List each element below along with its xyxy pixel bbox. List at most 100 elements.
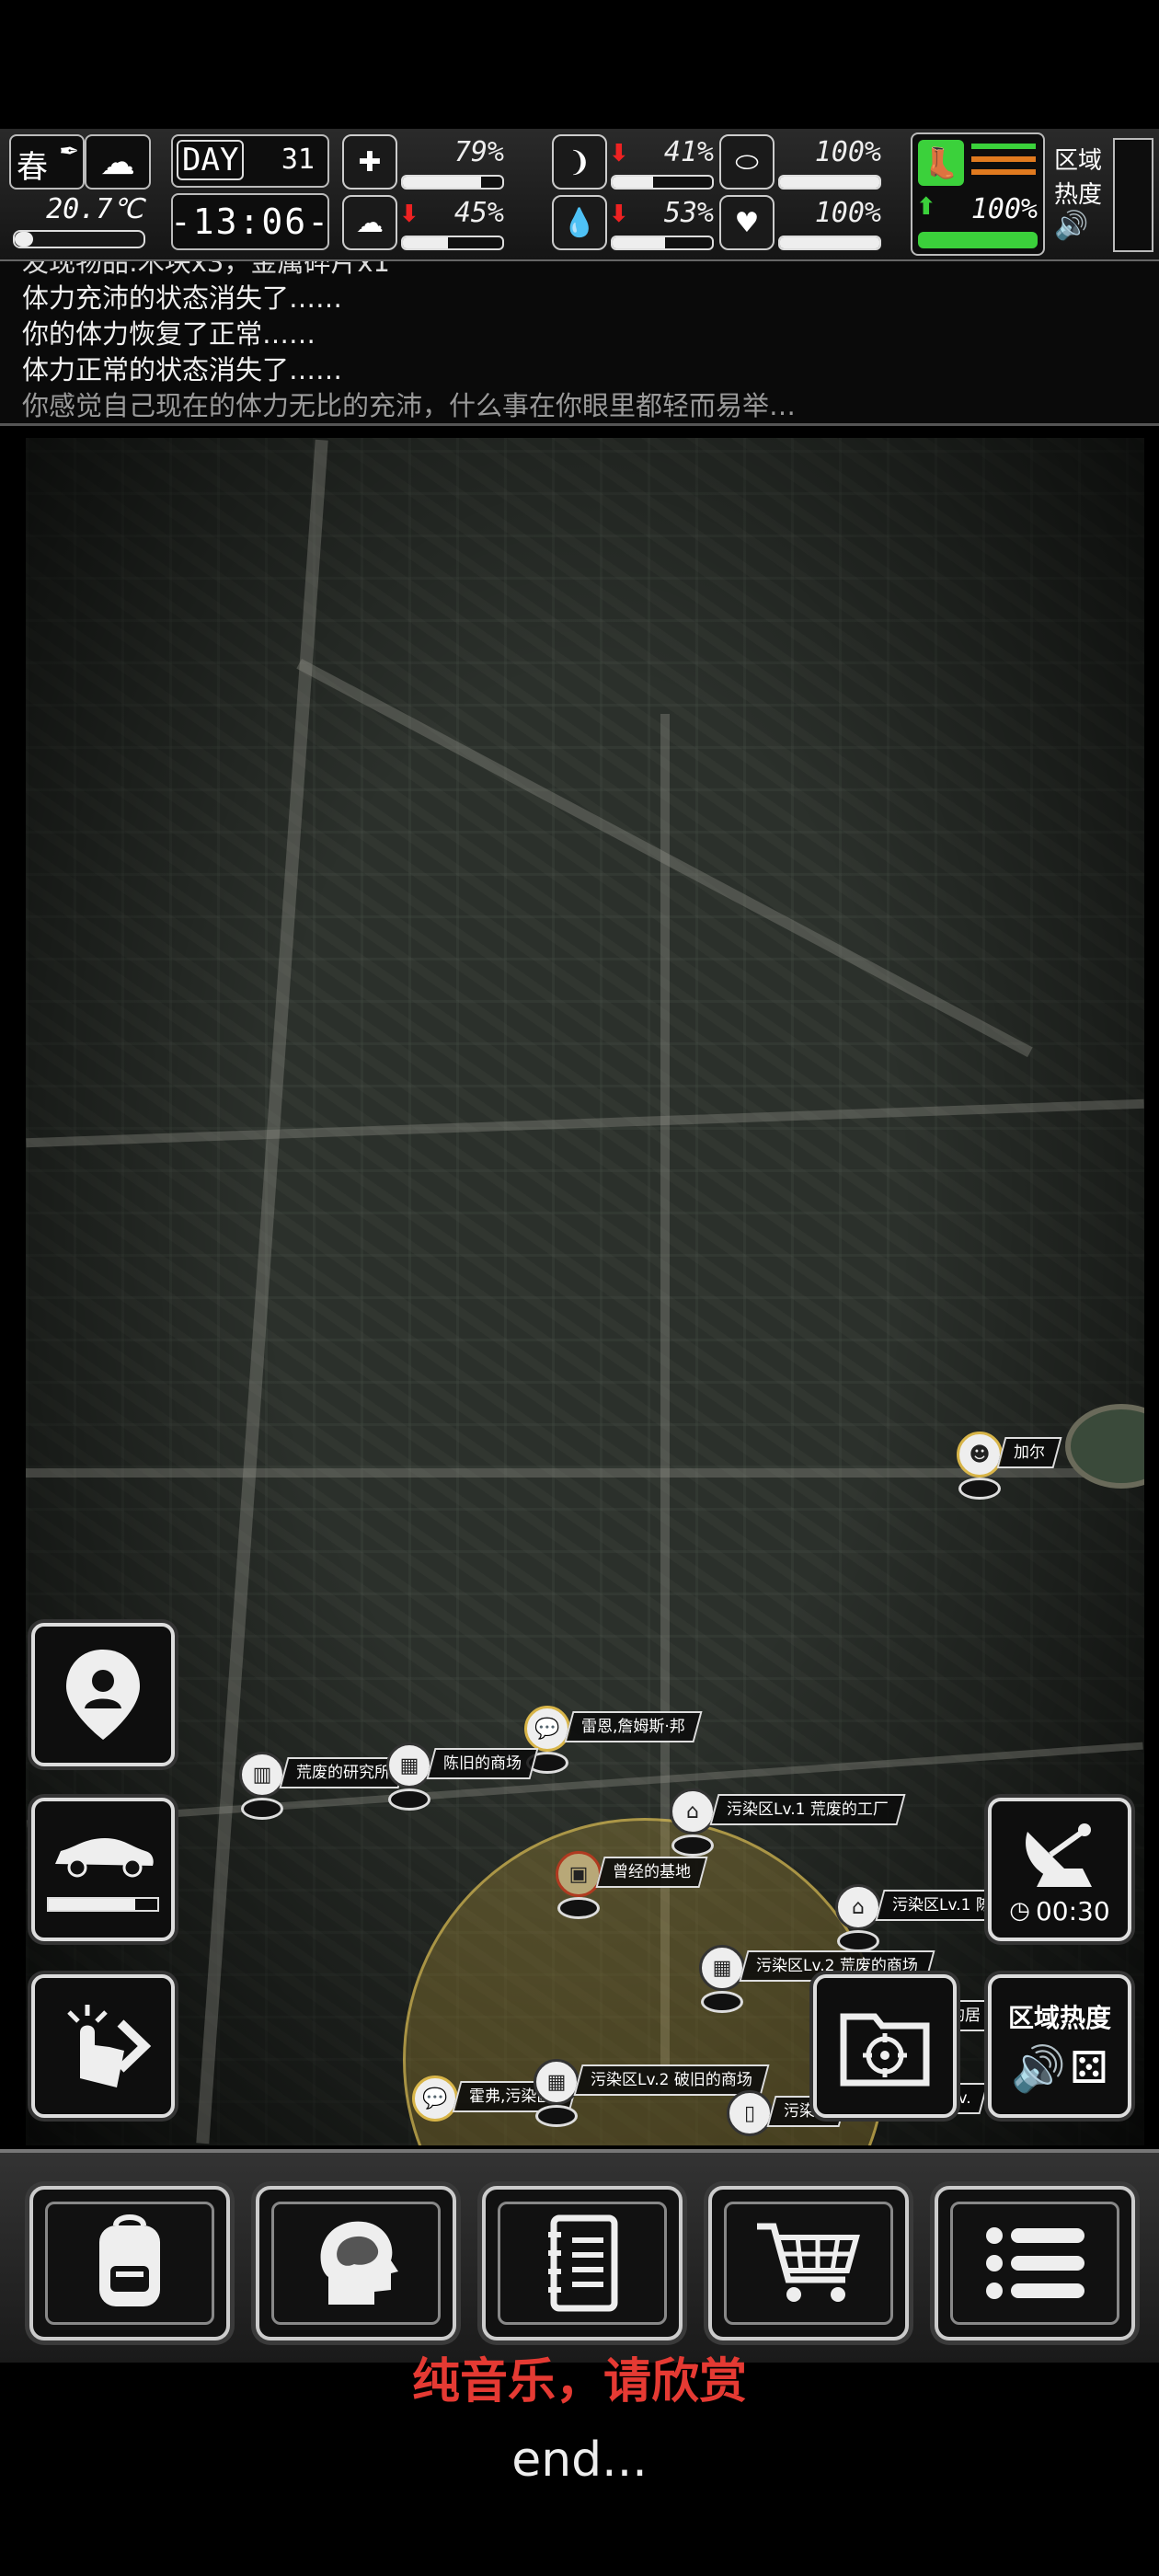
log-line: 你的体力恢复了正常…… xyxy=(22,318,316,350)
skills-button[interactable] xyxy=(256,2186,456,2340)
hunger-bar xyxy=(611,175,714,190)
temperature-text: 20.7℃ xyxy=(46,193,143,225)
stamina-bar xyxy=(918,232,1038,248)
dice-icon: ⚄ xyxy=(1070,2042,1108,2094)
stat-mood: ♥ 100% xyxy=(719,195,885,250)
base-icon: ▣ xyxy=(556,1851,602,1897)
brain-head-icon xyxy=(320,2221,398,2305)
person-icon: ☻ xyxy=(957,1432,1003,1478)
time-text: -13:06- xyxy=(169,201,331,242)
satellite-dish-icon xyxy=(1026,1823,1092,1887)
marker-label: 荒废的研究所 xyxy=(296,1764,390,1782)
log-line: 体力正常的状态消失了…… xyxy=(22,354,343,385)
backpack-button[interactable] xyxy=(29,2186,230,2340)
stat-health: ✚ 79% xyxy=(342,134,508,190)
zone-heat-button-label: 区域热度 xyxy=(1007,2002,1111,2033)
action-button[interactable] xyxy=(31,1974,175,2118)
stamina-box: 👢 ⬆ 100% xyxy=(911,132,1045,256)
capsule-icon: ⬭ xyxy=(719,134,775,190)
down-arrow-icon: ⬇ xyxy=(609,201,629,228)
speaker-icon: 🔊 xyxy=(1011,2042,1067,2095)
menu-icon xyxy=(986,2227,1084,2299)
marker-label: 曾经的基地 xyxy=(613,1863,691,1881)
water-drop-icon: 💧 xyxy=(552,195,607,250)
chat-icon: 💬 xyxy=(412,2076,458,2122)
notebook-icon xyxy=(548,2214,618,2312)
health-value: 79% xyxy=(453,136,504,168)
road xyxy=(26,1098,1144,1148)
stat-thirst: 💧 ⬇ 53% xyxy=(552,195,717,250)
marker-label: 污染区Lv.1 荒废的工厂 xyxy=(727,1800,889,1819)
stamina-stripes xyxy=(971,144,1036,184)
factory-icon: ⌂ xyxy=(835,1884,881,1930)
up-arrow-icon: ⬆ xyxy=(916,193,936,221)
road xyxy=(196,439,328,2145)
stat-mind: ☁ ⬇ 45% xyxy=(342,195,508,250)
zone-heat-button[interactable]: 区域热度 🔊 ⚄ xyxy=(988,1974,1131,2118)
folder-target-icon xyxy=(840,2013,930,2087)
stomach-icon: ❩ xyxy=(552,134,607,190)
marker-label: 陈旧的商场 xyxy=(443,1754,522,1773)
thirst-bar xyxy=(611,236,714,250)
mind-value: 45% xyxy=(453,197,504,229)
day-label: DAY xyxy=(177,140,245,180)
thirst-value: 53% xyxy=(663,197,714,229)
road xyxy=(27,1742,1143,1828)
marker-label: 污染区Lv.2 破旧的商场 xyxy=(591,2071,752,2089)
medicine-bar xyxy=(778,175,881,190)
backpack-icon xyxy=(99,2214,160,2306)
cart-icon xyxy=(757,2223,860,2302)
car-icon xyxy=(55,1838,154,1878)
zone-heat-gauge xyxy=(1113,138,1153,252)
mind-bar xyxy=(401,236,504,250)
log-line: 发现物品:木块x3，金属碎片x1 xyxy=(22,261,390,278)
subtitle-line-2: end... xyxy=(511,2432,648,2488)
event-log: 发现物品:木块x3，金属碎片x1 体力充沛的状态消失了…… 你的体力恢复了正常…… xyxy=(0,261,1159,426)
log-line: 你感觉自己现在的体力无比的充沛，什么事在你眼里都轻而易举… xyxy=(22,390,797,421)
subtitle-line-1: 纯音乐，请欣赏 xyxy=(411,2354,747,2409)
day-box: DAY 31 xyxy=(171,134,329,188)
thermometer-icon xyxy=(13,230,145,248)
down-arrow-icon: ⬇ xyxy=(399,201,419,228)
chat-icon: 💬 xyxy=(524,1706,570,1752)
season-box: 春 ✒ xyxy=(9,134,85,190)
fuel-bar xyxy=(47,1897,159,1912)
medicine-value: 100% xyxy=(814,136,881,168)
season-text: 春 xyxy=(17,149,48,186)
mood-bar xyxy=(778,236,881,250)
stat-medicine: ⬭ 100% xyxy=(719,134,885,190)
city-map[interactable]: ☻ 加尔 💬 雷恩,詹姆斯·邦 ▥ 荒废的研究所 ▦ 陈旧的商场 ⌂ 污染区Lv… xyxy=(26,438,1144,2145)
locate-player-button[interactable] xyxy=(31,1623,175,1766)
stamina-value: 100% xyxy=(970,193,1038,225)
marker-label: 加尔 xyxy=(1014,1443,1045,1462)
bottom-toolbar xyxy=(0,2149,1159,2363)
clock-box: -13:06- xyxy=(169,193,331,250)
heart-icon: ♥ xyxy=(719,195,775,250)
tap-hand-icon xyxy=(67,2005,152,2087)
phone-icon: ▯ xyxy=(727,2090,773,2136)
location-person-icon xyxy=(66,1650,140,1740)
menu-button[interactable] xyxy=(935,2186,1135,2340)
status-hud: 春 ✒ ☁ 20.7℃ DAY 31 -13:06- ✚ 79% ❩ ⬇ 41%… xyxy=(0,129,1159,262)
map-files-button[interactable] xyxy=(813,1974,957,2118)
stat-hunger: ❩ ⬇ 41% xyxy=(552,134,717,190)
brain-icon: ☁ xyxy=(342,195,397,250)
mood-value: 100% xyxy=(814,197,881,229)
boot-icon: 👢 xyxy=(918,140,964,186)
hunger-value: 41% xyxy=(663,136,714,168)
log-line: 体力充沛的状态消失了…… xyxy=(22,282,343,314)
mall-icon: ▦ xyxy=(699,1945,745,1991)
radar-button[interactable]: ◷ 00:30 xyxy=(988,1798,1131,1941)
shop-button[interactable] xyxy=(708,2186,909,2340)
vehicle-button[interactable] xyxy=(31,1798,175,1941)
building-icon: ▥ xyxy=(239,1752,285,1798)
radar-timer: 00:30 xyxy=(1035,1895,1110,1926)
marker-label: 雷恩,詹姆斯·邦 xyxy=(581,1718,685,1736)
journal-button[interactable] xyxy=(482,2186,683,2340)
zone-heat-label-2: 热度 xyxy=(1054,181,1103,209)
zone-heat-indicator[interactable]: 区域 热度 🔊 xyxy=(1054,142,1109,252)
cloud-icon: ☁ xyxy=(100,142,135,182)
health-bar xyxy=(401,175,504,190)
clock-icon: ◷ xyxy=(1009,1897,1030,1925)
down-arrow-icon: ⬇ xyxy=(609,140,629,167)
